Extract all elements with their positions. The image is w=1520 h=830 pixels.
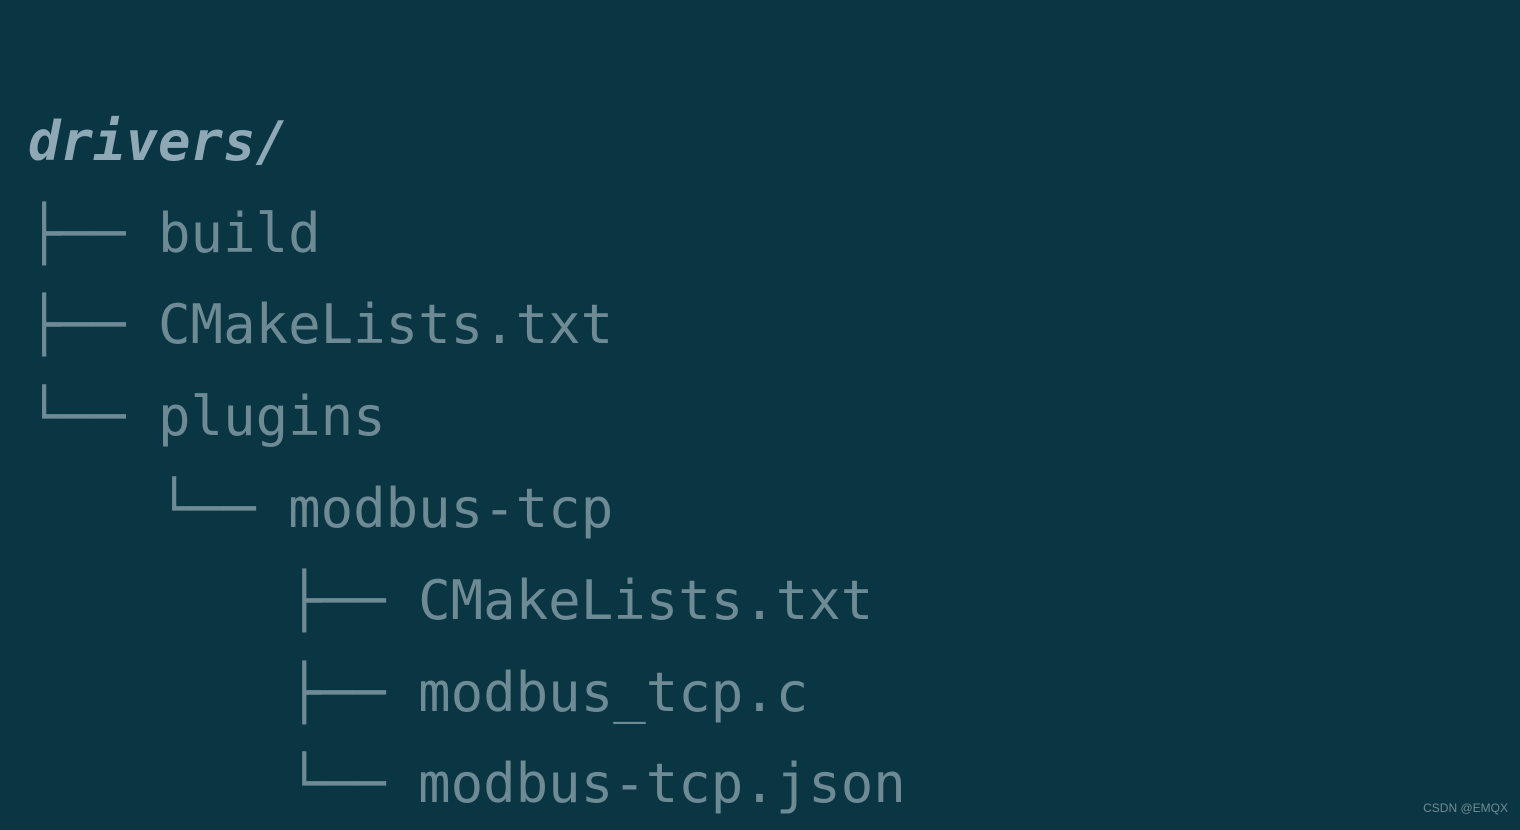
- tree-item: modbus-tcp: [288, 477, 613, 540]
- tree-item: modbus-tcp.json: [418, 752, 906, 815]
- tree-branch: └──: [28, 752, 418, 815]
- tree-root: drivers/: [28, 110, 288, 173]
- directory-tree: drivers/ ├── build ├── CMakeLists.txt └─…: [0, 0, 1520, 830]
- tree-branch: ├──: [28, 569, 418, 632]
- tree-item: CMakeLists.txt: [158, 293, 613, 356]
- tree-item: CMakeLists.txt: [418, 569, 873, 632]
- tree-item: plugins: [158, 385, 386, 448]
- tree-branch: └──: [28, 477, 288, 540]
- watermark: CSDN @EMQX: [1423, 798, 1508, 818]
- tree-branch: ├──: [28, 202, 158, 265]
- tree-item: build: [158, 202, 321, 265]
- tree-branch: ├──: [28, 293, 158, 356]
- tree-branch: └──: [28, 385, 158, 448]
- tree-item: modbus_tcp.c: [418, 661, 808, 724]
- tree-branch: ├──: [28, 661, 418, 724]
